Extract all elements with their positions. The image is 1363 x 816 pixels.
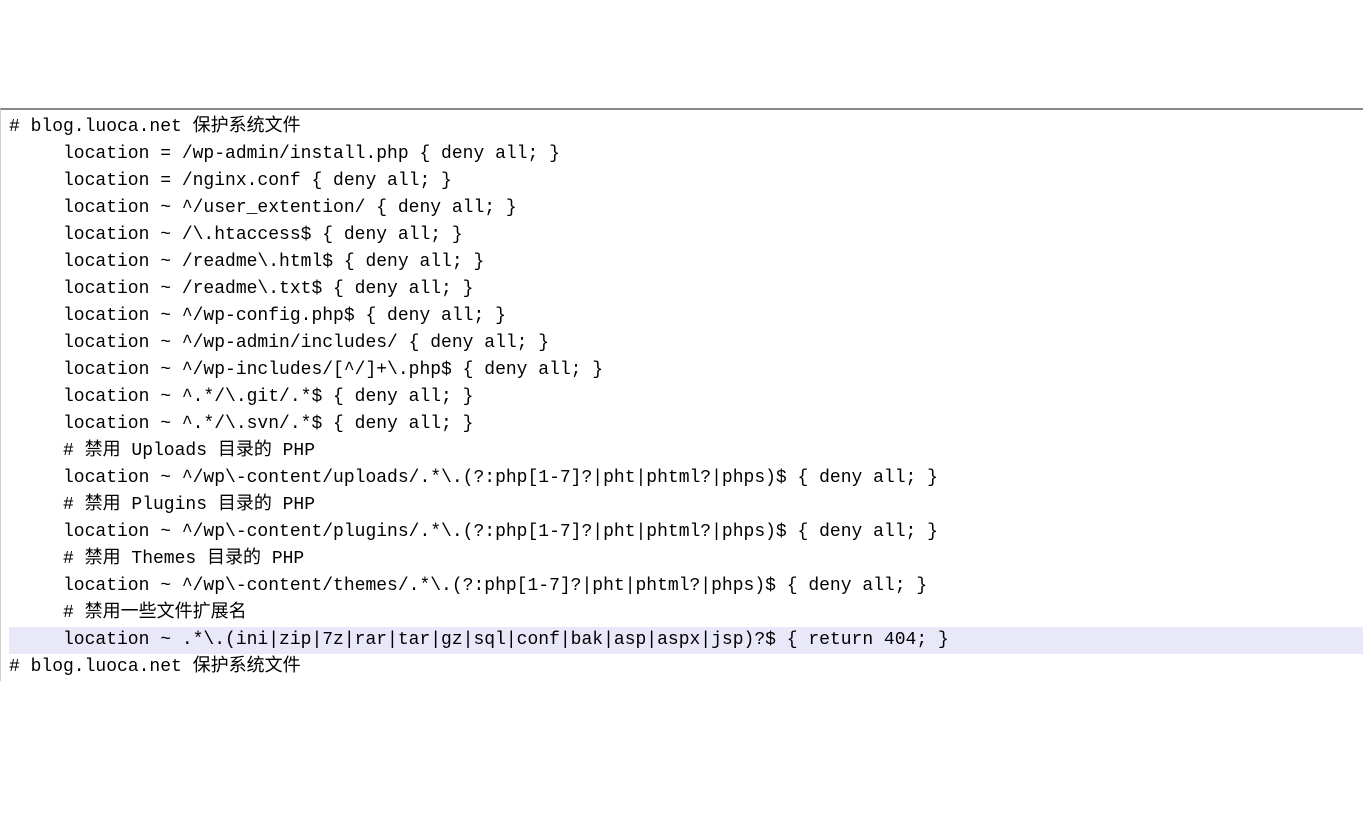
code-line[interactable]: location = /nginx.conf { deny all; } [9, 168, 1363, 195]
code-line[interactable]: location ~ ^.*/\.git/.*$ { deny all; } [9, 384, 1363, 411]
code-line[interactable]: location ~ /\.htaccess$ { deny all; } [9, 222, 1363, 249]
code-line[interactable]: location ~ /readme\.html$ { deny all; } [9, 249, 1363, 276]
code-line[interactable]: # 禁用 Plugins 目录的 PHP [9, 492, 1363, 519]
code-line[interactable]: location ~ ^/wp-admin/includes/ { deny a… [9, 330, 1363, 357]
code-line[interactable]: location ~ ^/wp\-content/uploads/.*\.(?:… [9, 465, 1363, 492]
code-editor[interactable]: # blog.luoca.net 保护系统文件location = /wp-ad… [0, 108, 1363, 681]
code-line[interactable]: location ~ ^.*/\.svn/.*$ { deny all; } [9, 411, 1363, 438]
code-line[interactable]: location ~ ^/wp\-content/plugins/.*\.(?:… [9, 519, 1363, 546]
code-line[interactable]: location = /wp-admin/install.php { deny … [9, 141, 1363, 168]
code-line[interactable]: location ~ ^/user_extention/ { deny all;… [9, 195, 1363, 222]
code-line[interactable]: location ~ ^/wp\-content/themes/.*\.(?:p… [9, 573, 1363, 600]
code-line[interactable]: # 禁用 Themes 目录的 PHP [9, 546, 1363, 573]
code-line[interactable]: # 禁用一些文件扩展名 [9, 600, 1363, 627]
code-line[interactable]: location ~ ^/wp-config.php$ { deny all; … [9, 303, 1363, 330]
code-line[interactable]: # 禁用 Uploads 目录的 PHP [9, 438, 1363, 465]
code-line[interactable]: # blog.luoca.net 保护系统文件 [9, 114, 1363, 141]
code-line[interactable]: # blog.luoca.net 保护系统文件 [9, 654, 1363, 681]
code-line[interactable]: location ~ /readme\.txt$ { deny all; } [9, 276, 1363, 303]
code-line[interactable]: location ~ .*\.(ini|zip|7z|rar|tar|gz|sq… [9, 627, 1363, 654]
code-line[interactable]: location ~ ^/wp-includes/[^/]+\.php$ { d… [9, 357, 1363, 384]
